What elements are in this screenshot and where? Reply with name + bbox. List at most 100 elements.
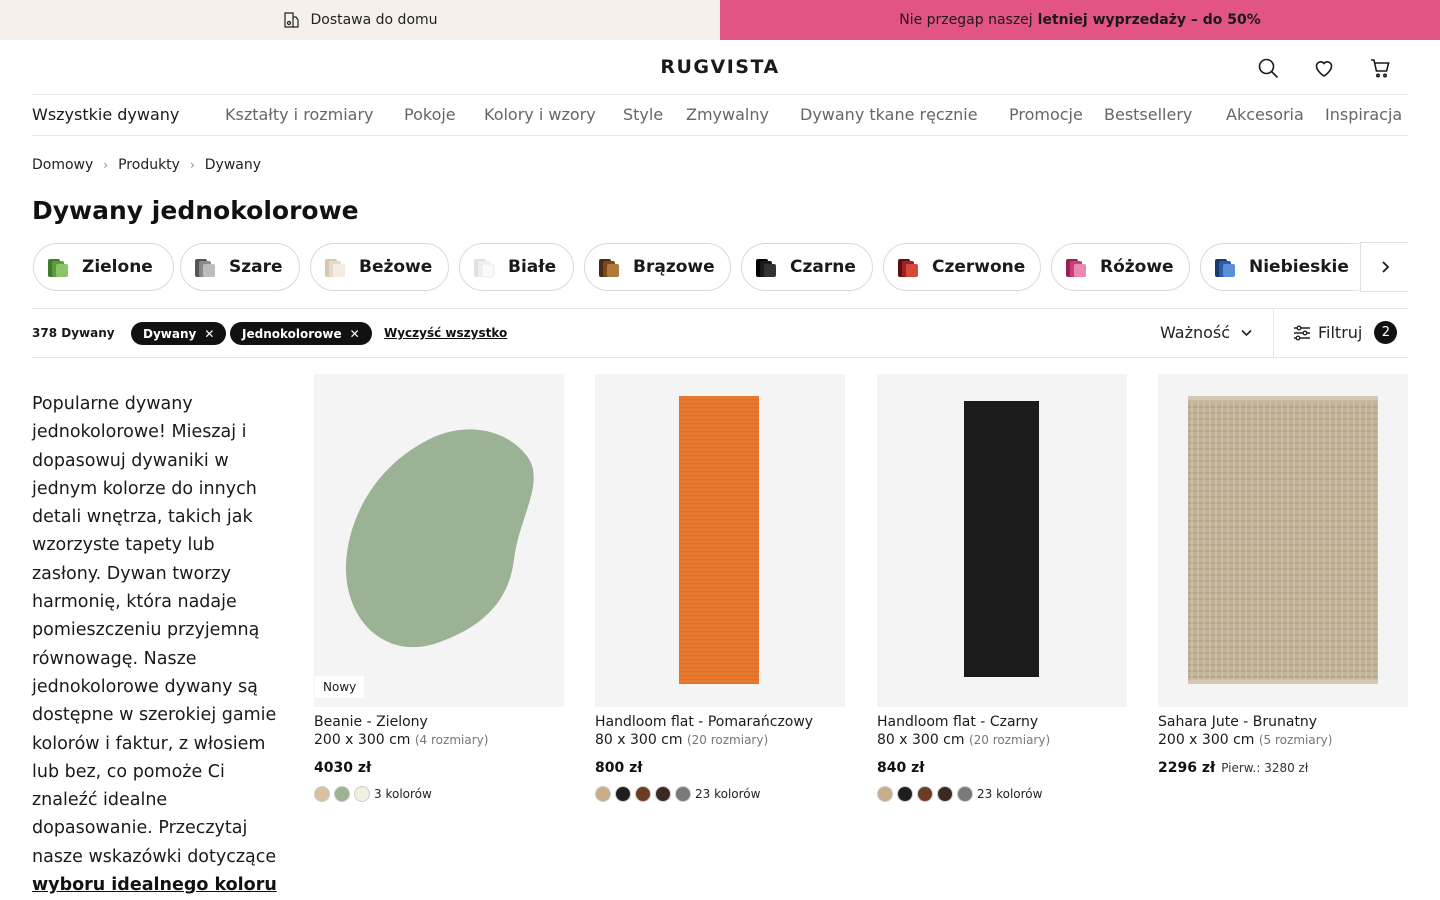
cart-icon[interactable] [1368,56,1392,80]
close-icon[interactable]: ✕ [204,327,214,341]
size-count: (20 rozmiary) [968,733,1051,747]
red-swatch-icon [898,259,918,277]
delivery-text: Dostawa do domu [310,12,438,28]
filter-tag-solid[interactable]: Jednokolorowe ✕ [230,322,372,345]
color-swatch[interactable] [897,786,913,802]
chevron-right-icon [1381,261,1389,273]
nav-item-rooms[interactable]: Pokoje [404,105,456,124]
chip-grey[interactable]: Szare [180,243,300,291]
breadcrumb-rugs[interactable]: Dywany [205,157,261,173]
green-swatch-icon [48,259,68,277]
nav-item-accessories[interactable]: Akcesoria [1226,105,1304,124]
sale-banner[interactable]: Nie przegap naszej letniej wyprzedaży – … [720,0,1440,40]
color-swatch[interactable] [877,786,893,802]
chip-brown[interactable]: Brązowe [584,243,731,291]
nav-item-all-rugs[interactable]: Wszystkie dywany [32,105,179,124]
filter-button[interactable]: Filtruj 2 [1292,321,1398,344]
size-count: (20 rozmiary) [686,733,769,747]
filter-tag-rugs[interactable]: Dywany ✕ [131,322,227,345]
category-intro: Popularne dywany jednokolorowe! Mieszaj … [32,390,282,899]
brown-swatch-icon [599,259,619,277]
size-value: 200 x 300 cm [314,732,411,748]
product-name[interactable]: Beanie - Zielony [314,714,564,730]
chip-blue[interactable]: Niebieskie [1200,243,1380,291]
nav-item-bestsellers[interactable]: Bestsellery [1104,105,1192,124]
color-swatch[interactable] [957,786,973,802]
main-nav: Wszystkie dywany Kształty i rozmiary Pok… [32,95,1408,136]
color-swatches: 3 kolorów [314,786,564,802]
product-price: 4030 zł [314,760,372,776]
sort-dropdown[interactable]: Ważność [1160,323,1253,342]
color-swatch[interactable] [635,786,651,802]
chip-black[interactable]: Czarne [741,243,873,291]
delivery-banner[interactable]: Dostawa do domu [0,0,720,40]
size-value: 80 x 300 cm [877,732,965,748]
chips-next-button[interactable] [1360,242,1408,292]
sliders-icon [1294,325,1310,340]
color-swatch[interactable] [937,786,953,802]
rug-image [964,401,1039,677]
breadcrumb-home[interactable]: Domowy [32,157,93,173]
color-swatch[interactable] [354,786,370,802]
color-swatch[interactable] [675,786,691,802]
product-name[interactable]: Handloom flat - Pomarańczowy [595,714,845,730]
original-price: Pierw.: 3280 zł [1221,761,1309,775]
rug-image [1188,396,1378,684]
sort-label: Ważność [1160,323,1231,342]
nav-item-handwoven[interactable]: Dywany tkane ręcznie [800,105,978,124]
search-icon[interactable] [1256,56,1280,80]
color-chips: Zielone Szare Beżowe Białe Brązowe Czarn… [32,242,1408,292]
chip-red[interactable]: Czerwone [883,243,1041,291]
product-size: 200 x 300 cm (5 rozmiary) [1158,732,1408,748]
color-swatch[interactable] [334,786,350,802]
header-actions [1256,56,1392,80]
product-name[interactable]: Sahara Jute - Brunatny [1158,714,1408,730]
chip-label: Niebieskie [1249,257,1349,277]
logo[interactable]: RUGVISTA [32,56,1408,78]
color-swatches: 23 kolorów [595,786,845,802]
nav-item-washable[interactable]: Zmywalny [686,105,769,124]
product-card[interactable]: Handloom flat - Pomarańczowy 80 x 300 cm… [595,374,845,802]
chip-label: Czerwone [932,257,1026,277]
product-image[interactable]: Nowy [314,374,564,707]
nav-item-promotions[interactable]: Promocje [1009,105,1083,124]
breadcrumb-products[interactable]: Produkty [118,157,180,173]
chip-label: Białe [508,257,557,277]
filter-count-badge: 2 [1374,321,1398,344]
chip-pink[interactable]: Różowe [1051,243,1190,291]
product-size: 80 x 300 cm (20 rozmiary) [595,732,845,748]
chip-white[interactable]: Białe [459,243,574,291]
chevron-right-icon: › [189,158,195,172]
site-header: RUGVISTA [32,40,1408,95]
rug-image [345,429,534,648]
rug-image [679,396,759,684]
colors-count: 3 kolorów [374,787,432,801]
grey-swatch-icon [195,259,215,277]
heart-icon[interactable] [1312,56,1336,80]
product-image[interactable] [595,374,845,707]
nav-item-style[interactable]: Style [623,105,663,124]
color-swatch[interactable] [917,786,933,802]
color-guide-link[interactable]: wyboru idealnego koloru [32,875,277,895]
product-image[interactable] [877,374,1127,707]
color-swatch[interactable] [314,786,330,802]
product-card[interactable]: Nowy Beanie - Zielony 200 x 300 cm (4 ro… [314,374,564,802]
tag-label: Jednokolorowe [242,326,342,341]
close-icon[interactable]: ✕ [350,327,360,341]
colors-count: 23 kolorów [977,787,1043,801]
nav-item-colors-patterns[interactable]: Kolory i wzory [484,105,596,124]
color-swatch[interactable] [615,786,631,802]
product-name[interactable]: Handloom flat - Czarny [877,714,1127,730]
size-value: 80 x 300 cm [595,732,683,748]
product-image[interactable] [1158,374,1408,707]
nav-item-shapes-sizes[interactable]: Kształty i rozmiary [225,105,374,124]
product-card[interactable]: Handloom flat - Czarny 80 x 300 cm (20 r… [877,374,1127,802]
color-swatch[interactable] [595,786,611,802]
chip-green[interactable]: Zielone [33,243,174,291]
clear-all-link[interactable]: Wyczyść wszystko [384,326,507,340]
chip-label: Szare [229,257,283,277]
nav-item-inspiration[interactable]: Inspiracja [1325,105,1402,124]
chip-beige[interactable]: Beżowe [310,243,449,291]
product-card[interactable]: Sahara Jute - Brunatny 200 x 300 cm (5 r… [1158,374,1408,776]
color-swatch[interactable] [655,786,671,802]
